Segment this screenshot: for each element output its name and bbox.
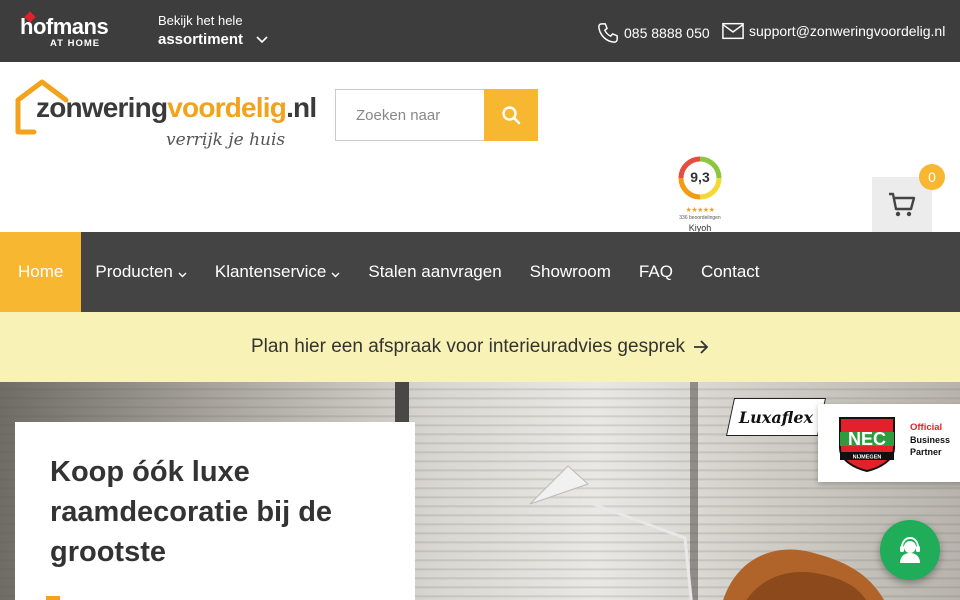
advice-appointment-banner[interactable]: Plan hier een afspraak voor interieuradv… bbox=[0, 312, 960, 382]
rating-score: 9,3 bbox=[690, 169, 710, 185]
rating-stars: ★★★★★ bbox=[685, 207, 715, 214]
logo-part2: voordelig bbox=[167, 92, 287, 123]
search-icon bbox=[502, 106, 521, 125]
chevron-down-icon bbox=[256, 36, 268, 44]
nav-item-home[interactable]: Home bbox=[0, 232, 82, 312]
arrow-right-icon bbox=[694, 340, 709, 354]
nec-crest-city: NIJMEGEN bbox=[853, 455, 882, 461]
kiyoh-rating-widget[interactable]: 9,3 ★★★★★ 336 beoordelingen Kiyoh bbox=[672, 154, 728, 233]
phone-number: 085 8888 050 bbox=[624, 25, 710, 41]
nav-item-label: Home bbox=[18, 262, 64, 281]
nav-item-klantenservice[interactable]: Klantenservice bbox=[201, 232, 355, 312]
cart-count-badge: 0 bbox=[919, 164, 945, 190]
nav-item-label: Showroom bbox=[529, 262, 611, 281]
luxaflex-logo-text: Luxaflex bbox=[738, 407, 814, 427]
logo-wordmark: zonweringvoordelig.nl bbox=[36, 92, 317, 124]
nav-item-label: FAQ bbox=[638, 262, 673, 281]
hofmans-logo[interactable]: hofmans AT HOME bbox=[20, 11, 122, 50]
phone-icon bbox=[598, 23, 618, 43]
rating-review-count: 336 beoordelingen bbox=[679, 215, 721, 221]
nav-item-label: Klantenservice bbox=[214, 262, 327, 281]
nav-item-stalen-aanvragen[interactable]: Stalen aanvragen bbox=[354, 232, 515, 312]
support-agent-icon bbox=[900, 536, 920, 563]
nec-partner-badge: NEC NIJMEGEN Official Business Partner bbox=[818, 404, 960, 482]
logo-tagline: verrijk je huis bbox=[166, 130, 286, 150]
hero-card: Koop óók luxe raamdecoratie bij de groot… bbox=[15, 422, 415, 600]
search-input[interactable] bbox=[336, 90, 484, 140]
site-header: zonweringvoordelig.nl verrijk je huis 9,… bbox=[0, 62, 960, 233]
assortiment-dropdown[interactable]: Bekijk het hele assortiment bbox=[158, 13, 268, 49]
banner-text: Plan hier een afspraak voor interieuradv… bbox=[250, 336, 686, 357]
nav-item-label: Contact bbox=[700, 262, 760, 281]
hofmans-brand-sub: AT HOME bbox=[50, 38, 101, 49]
logo-part3: .nl bbox=[286, 92, 317, 123]
hero-headline: Koop óók luxe raamdecoratie bij de groot… bbox=[50, 456, 333, 568]
lamp-stand-illustration bbox=[581, 498, 693, 600]
cart-icon bbox=[889, 192, 916, 216]
luxaflex-logo: Luxaflex bbox=[725, 398, 827, 436]
chevron-down-icon bbox=[331, 272, 340, 278]
nav-item-label: Producten bbox=[95, 262, 173, 281]
email-address: support@zonweringvoordelig.nl bbox=[749, 23, 946, 39]
nav-item-producten[interactable]: Producten bbox=[81, 232, 201, 312]
search-button[interactable] bbox=[484, 89, 538, 141]
top-bar: hofmans AT HOME Bekijk het hele assortim… bbox=[0, 0, 960, 62]
site-logo[interactable]: zonweringvoordelig.nl verrijk je huis bbox=[14, 78, 317, 158]
hero-card-accent bbox=[46, 596, 60, 600]
nav-item-label: Stalen aanvragen bbox=[368, 262, 502, 281]
main-navigation: Home Producten Klantenservice Stalen aan… bbox=[0, 232, 960, 312]
nav-item-faq[interactable]: FAQ bbox=[625, 232, 687, 312]
nec-crest-icon: NEC NIJMEGEN bbox=[839, 417, 895, 472]
assortiment-line1: Bekijk het hele bbox=[158, 13, 243, 28]
assortiment-line2: assortiment bbox=[158, 31, 244, 48]
nec-official-label: Official bbox=[910, 422, 943, 433]
chevron-down-icon bbox=[178, 272, 187, 278]
nav-item-showroom[interactable]: Showroom bbox=[516, 232, 625, 312]
search-form bbox=[335, 89, 538, 141]
hero-section: Koop óók luxe raamdecoratie bij de groot… bbox=[0, 382, 960, 600]
nec-crest-text: NEC bbox=[848, 429, 886, 449]
nec-business-label: Business bbox=[910, 435, 951, 445]
logo-part1: zonwering bbox=[36, 92, 168, 123]
email-link[interactable]: support@zonweringvoordelig.nl bbox=[722, 22, 945, 40]
phone-link[interactable]: 085 8888 050 bbox=[597, 22, 710, 44]
nec-partner-label: Partner bbox=[910, 447, 942, 457]
nav-item-contact[interactable]: Contact bbox=[687, 232, 774, 312]
chat-support-button[interactable] bbox=[880, 520, 940, 580]
mail-icon bbox=[722, 22, 744, 40]
